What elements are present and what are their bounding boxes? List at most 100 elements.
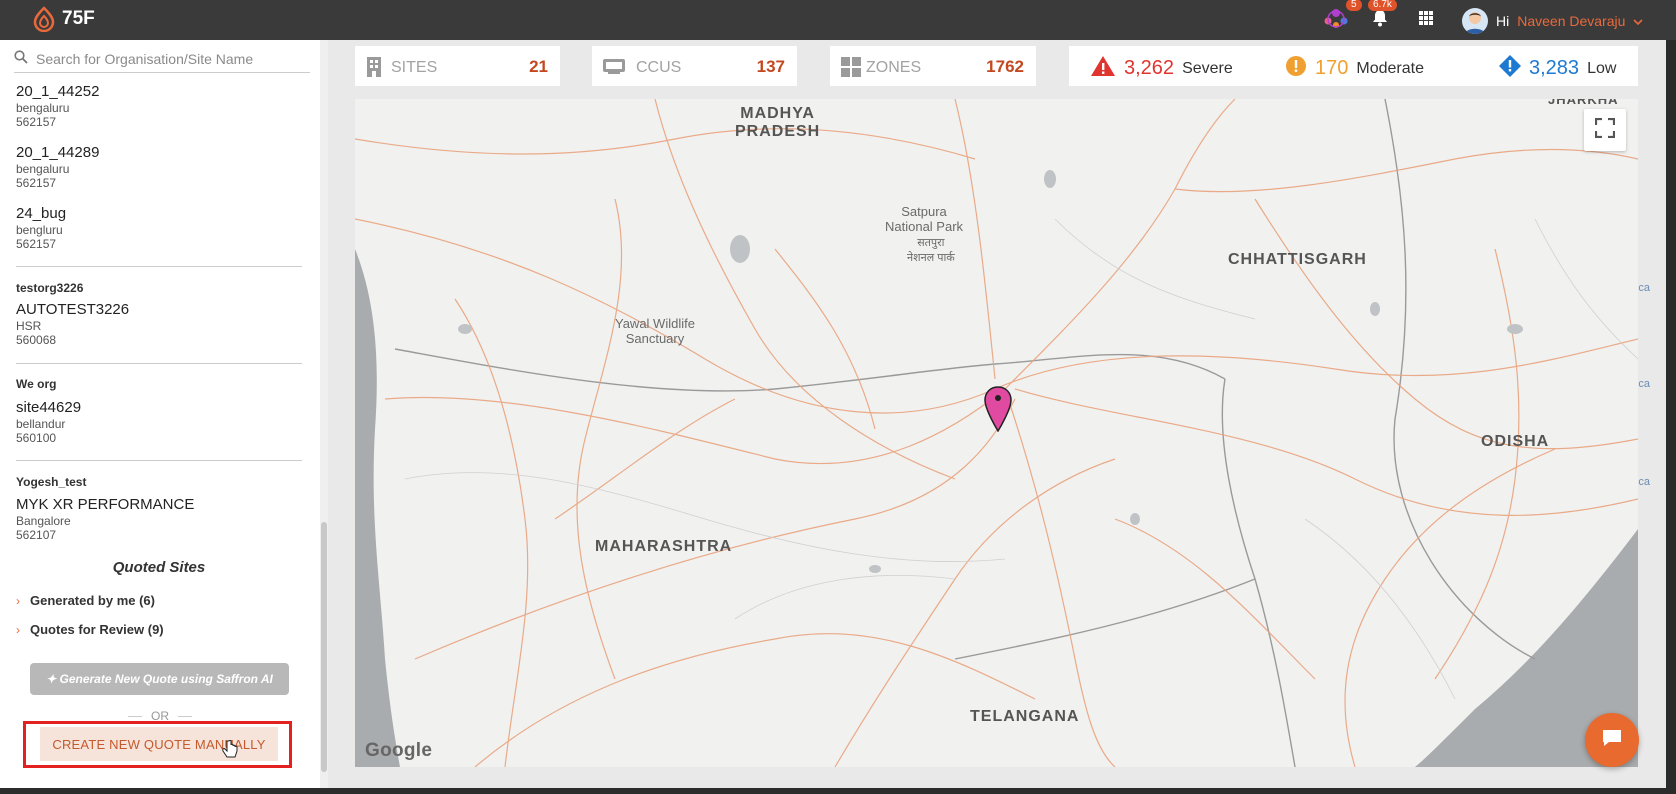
sidebar-scroll-thumb[interactable] [321,522,327,772]
notifications-button[interactable]: 6.7k [1368,0,1397,40]
window-edge-bottom [0,788,1676,794]
user-name: Naveen Devaraju [1517,13,1626,29]
grid-icon [1419,10,1433,30]
hand-cursor-icon [222,739,238,765]
chat-button[interactable] [1585,713,1639,767]
site-city: HSR [16,319,42,333]
site-zip: 560100 [16,431,57,445]
alerts-summary: 3,262 Severe 170 Moderate 3,283 Low [1069,46,1638,86]
search-icon [14,49,28,69]
site-city: bellandur [16,417,66,431]
window-edge [1666,40,1676,794]
stat-value: 1762 [986,57,1024,76]
user-menu[interactable]: Hi Naveen Devaraju [1462,8,1643,34]
org-name: testorg3226 [16,281,84,295]
bell-icon [1372,9,1388,32]
site-marker[interactable] [983,386,1013,437]
app-logo[interactable]: 75F [32,6,95,32]
org-name: We org [16,377,57,391]
zones-grid-icon [840,56,862,83]
quote-group-generated[interactable]: › Generated by me (6) [16,593,155,608]
generate-quote-ai-button[interactable]: ✦ Generate New Quote using Saffron AI [30,663,289,695]
sites-map[interactable]: MADHYA PRADESH CHHATTISGARH ODISHA MAHAR… [355,99,1638,767]
site-city: bengluru [16,223,63,237]
alert-count: 3,283 [1529,57,1580,79]
alert-count: 3,262 [1124,57,1175,79]
stat-value: 137 [756,57,785,76]
park-label-satpura-local: सतपुरा नेशनल पार्क [907,237,955,264]
site-name: AUTOTEST3226 [16,301,130,318]
stat-label: SITES [391,59,438,76]
list-item[interactable]: 20_1_44289 bengaluru 562157 [16,144,306,190]
logo-text: 75F [62,8,95,29]
create-quote-manually-button[interactable]: CREATE NEW QUOTE MANUALLY [40,727,278,761]
building-icon [365,56,383,83]
site-city: Bangalore [16,514,71,528]
site-zip: 560068 [16,333,57,347]
park-label-yawal: Yawal Wildlife Sanctuary [615,316,695,346]
greeting: Hi [1496,13,1510,29]
quoted-sites-heading: Quoted Sites [112,559,206,576]
alert-count: 170 [1315,57,1349,79]
warning-triangle-icon [1090,55,1116,82]
quote-group-review[interactable]: › Quotes for Review (9) [16,622,164,637]
stat-zones: ZONES 1762 [830,46,1036,86]
alert-label: Low [1587,59,1617,77]
list-item[interactable]: AUTOTEST3226 HSR 560068 [16,301,306,347]
site-zip: 562157 [16,176,57,190]
alert-label: Severe [1182,59,1233,77]
search-input[interactable] [36,51,296,67]
site-name: 20_1_44289 [16,144,100,161]
site-city: bengaluru [16,101,70,115]
fullscreen-icon [1594,117,1616,143]
exclamation-circle-icon [1285,55,1307,82]
site-name: 24_bug [16,205,67,222]
org-name: Yogesh_test [16,475,87,489]
divider [16,460,302,461]
apps-button[interactable] [1419,0,1433,40]
chevron-right-icon: › [16,622,20,637]
stat-value: 21 [529,57,548,76]
map-pin-icon [984,386,1012,433]
ccu-device-icon [602,56,626,81]
list-item[interactable]: 20_1_44252 bengaluru 562157 [16,83,306,129]
site-name: MYK XR PERFORMANCE [16,496,195,513]
chat-bubble-icon [1601,728,1623,753]
top-bar: 75F 5 6.7k Hi Naveen Devaraju [0,0,1676,40]
stat-label: CCUS [636,59,682,76]
site-zip: 562107 [16,528,57,542]
map-label-chhattisgarh: CHHATTISGARH [1228,251,1367,268]
site-name: site44629 [16,399,82,416]
team-button[interactable]: 5 [1322,0,1362,40]
avatar [1462,8,1488,34]
quote-group-label: Generated by me (6) [30,593,155,608]
quote-group-label: Quotes for Review (9) [30,622,164,637]
list-item[interactable]: site44629 bellandur 560100 [16,399,306,445]
divider [16,363,302,364]
alert-label: Moderate [1356,59,1424,77]
site-name: 20_1_44252 [16,83,100,100]
stat-sites: SITES 21 [355,46,560,86]
notifications-badge: 6.7k [1368,0,1397,11]
park-label-satpura: Satpura National Park [885,204,964,234]
stat-ccus: CCUS 137 [592,46,797,86]
alert-moderate[interactable]: 170 Moderate [1285,55,1424,82]
map-label-madhya-pradesh: MADHYA PRADESH [735,105,820,141]
alert-severe[interactable]: 3,262 Severe [1090,55,1233,82]
list-item[interactable]: MYK XR PERFORMANCE Bangalore 562107 [16,496,306,542]
map-label-jharkhand: JHARKHA [1548,99,1619,107]
chevron-right-icon: › [16,593,20,608]
search-bar [14,46,310,73]
site-city: bengaluru [16,162,70,176]
info-diamond-icon [1499,55,1521,82]
divider [16,266,302,267]
team-icon [1322,6,1350,35]
team-badge: 5 [1346,0,1362,11]
site-zip: 562157 [16,237,57,251]
chevron-down-icon [1633,13,1643,29]
fullscreen-button[interactable] [1584,109,1626,151]
list-item[interactable]: 24_bug bengluru 562157 [16,205,306,251]
alert-low[interactable]: 3,283 Low [1499,55,1616,82]
map-label-maharashtra: MAHARASHTRA [595,538,733,555]
region-name: MADHYA PRADESH [735,105,821,140]
